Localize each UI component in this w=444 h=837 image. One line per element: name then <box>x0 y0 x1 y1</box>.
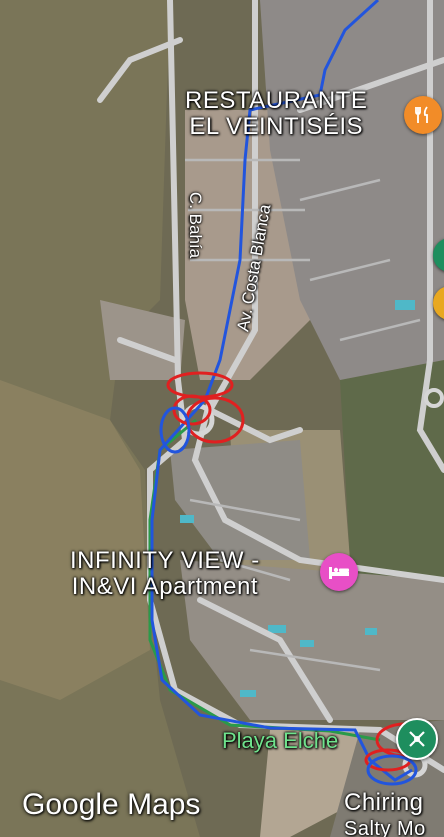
fork-knife-icon <box>415 106 428 123</box>
poi-label-chiringuito: Chiring Salty Mo <box>344 790 426 837</box>
google-maps-logo: Google Maps <box>22 788 201 821</box>
restaurant-pin[interactable] <box>404 96 442 134</box>
bed-icon <box>329 567 349 579</box>
poi-label-apartment: INFINITY VIEW - IN&VI Apartment <box>70 548 260 600</box>
poi-label-beach: Playa Elche <box>222 728 339 753</box>
road-label-bahia: C. Bahía <box>186 191 206 259</box>
poi-label-restaurant-line2: EL VEINTISÉIS <box>189 113 364 140</box>
beach-icon <box>409 731 425 747</box>
map-canvas[interactable]: C. Bahía Av. Costa Blanca RESTAURANTE EL… <box>0 0 444 837</box>
apartment-pin[interactable] <box>320 553 358 591</box>
poi-label-restaurant: RESTAURANTE EL VEINTISÉIS <box>185 88 367 140</box>
poi-label-chiringuito-line1: Chiring <box>344 789 424 816</box>
poi-label-apartment-line2: IN&VI Apartment <box>71 573 258 600</box>
beach-pin[interactable] <box>396 718 438 760</box>
poi-label-restaurant-line1: RESTAURANTE <box>185 87 368 114</box>
poi-label-apartment-line1: INFINITY VIEW - <box>70 547 260 574</box>
poi-label-chiringuito-line2: Salty Mo <box>344 818 426 837</box>
